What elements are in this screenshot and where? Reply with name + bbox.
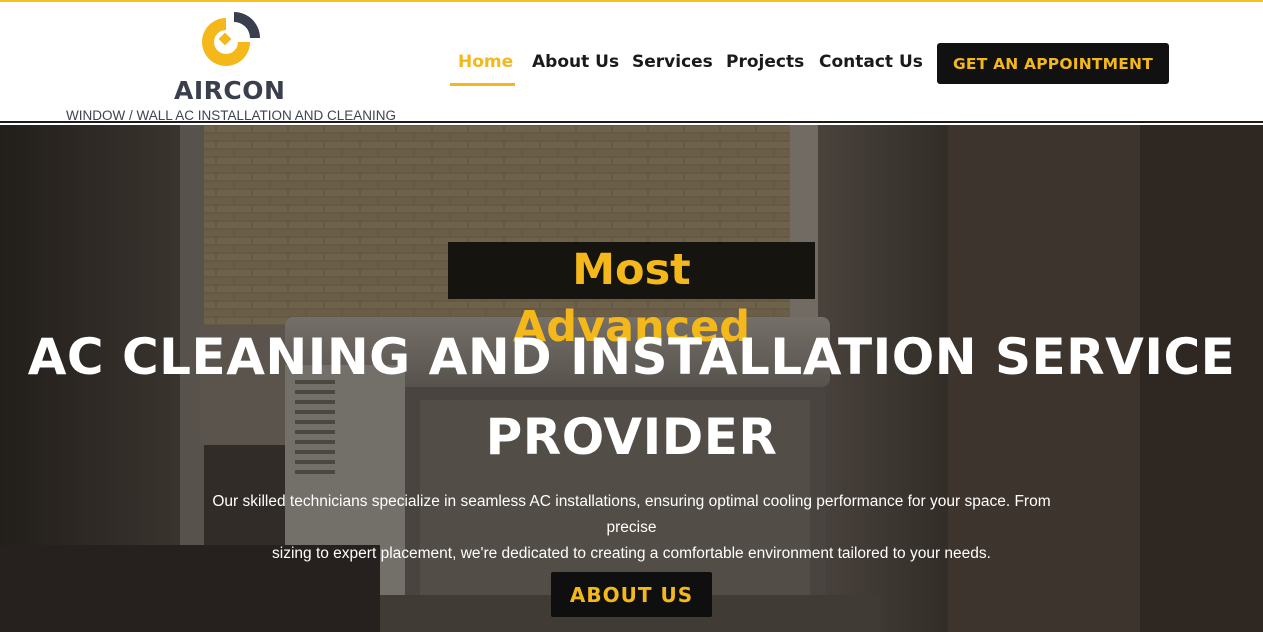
- about-us-button[interactable]: ABOUT US: [551, 572, 712, 617]
- hero-eyebrow: Most Advanced: [448, 242, 815, 352]
- nav-about-us[interactable]: About Us: [532, 42, 619, 86]
- hero-description-line1: Our skilled technicians specialize in se…: [212, 493, 1051, 536]
- site-logo[interactable]: AIRCON WINDOW / WALL AC INSTALLATION AND…: [60, 6, 400, 123]
- hero-description: Our skilled technicians specialize in se…: [190, 489, 1073, 567]
- nav-services[interactable]: Services: [632, 42, 713, 86]
- hero-description-line2: sizing to expert placement, we're dedica…: [272, 545, 991, 562]
- hero-headline-line2: PROVIDER: [485, 408, 778, 466]
- hero-section: Most Advanced AC CLEANING AND INSTALLATI…: [0, 125, 1263, 632]
- brand-name: AIRCON: [174, 76, 286, 105]
- nav-home[interactable]: Home: [458, 42, 513, 86]
- hero-headline-line1: AC CLEANING AND INSTALLATION SERVICE: [27, 328, 1236, 386]
- nav-active-indicator: [450, 83, 515, 86]
- hero-headline: AC CLEANING AND INSTALLATION SERVICE PRO…: [0, 317, 1263, 477]
- nav-projects[interactable]: Projects: [726, 42, 804, 86]
- nav-contact-us[interactable]: Contact Us: [819, 42, 923, 86]
- site-header: AIRCON WINDOW / WALL AC INSTALLATION AND…: [0, 2, 1263, 123]
- aircon-logo-icon: [202, 12, 260, 66]
- brand-tagline: WINDOW / WALL AC INSTALLATION AND CLEANI…: [66, 108, 397, 123]
- get-appointment-button[interactable]: GET AN APPOINTMENT: [937, 43, 1169, 84]
